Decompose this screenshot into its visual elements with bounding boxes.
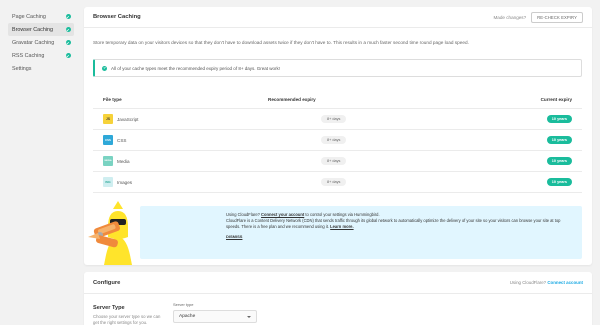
server-type-title: Server Type	[93, 305, 125, 311]
made-changes-text: Made changes?	[493, 14, 527, 20]
current-expiry-badge: 10 years	[546, 136, 572, 144]
sidebar-item-label: Settings	[12, 65, 32, 72]
check-icon	[102, 65, 107, 71]
current-expiry-header: Current expiry	[540, 97, 572, 102]
file-type-name: CSS	[117, 137, 127, 143]
check-icon	[65, 39, 71, 46]
table-row: JS JavaScript 8+ days 10 years	[93, 109, 582, 130]
cloudflare-promo: Using CloudFlare? Connect your account t…	[140, 206, 582, 259]
recommended-badge: 8+ days	[321, 115, 347, 123]
description-text: Store temporary data on your visitors de…	[93, 40, 469, 45]
css-icon: CSS	[103, 135, 113, 145]
javascript-icon: JS	[103, 114, 113, 124]
sidebar-item-label: RSS Caching	[12, 52, 45, 59]
sidebar-item-rss-caching[interactable]: RSS Caching	[8, 49, 74, 62]
configure-card: Configure Using CloudFlare? Connect acco…	[84, 272, 592, 325]
recommended-badge: 8+ days	[321, 178, 347, 186]
cloudflare-description: CloudFlare is a Content Delivery Network…	[226, 218, 561, 230]
connect-account-button[interactable]: Connect account	[547, 280, 583, 285]
sidebar-item-gravatar-caching[interactable]: Gravatar Caching	[8, 36, 74, 49]
file-type-name: JavaScript	[117, 116, 139, 122]
server-type-select[interactable]: Apache	[173, 310, 257, 323]
current-expiry-badge: 10 years	[546, 178, 572, 186]
card-header: Browser Caching Made changes? RE-CHECK E…	[84, 7, 592, 28]
check-icon	[65, 13, 71, 20]
configure-title: Configure	[93, 279, 121, 286]
table-header: File type Recommended expiry Current exp…	[93, 91, 582, 109]
media-icon: MEDIA	[103, 156, 113, 166]
server-type-value: Apache	[179, 314, 196, 319]
check-icon	[65, 26, 71, 33]
sidebar-nav: Page Caching Browser Caching Gravatar Ca…	[8, 10, 74, 75]
sidebar-item-label: Browser Caching	[12, 26, 54, 33]
file-type-header: File type	[103, 97, 122, 102]
page-title: Browser Caching	[93, 14, 141, 20]
images-icon: IMG	[103, 177, 113, 187]
recommended-badge: 8+ days	[321, 136, 347, 144]
browser-caching-card: Browser Caching Made changes? RE-CHECK E…	[84, 7, 592, 265]
dismiss-button[interactable]: DISMISS	[226, 234, 574, 240]
sidebar-item-browser-caching[interactable]: Browser Caching	[8, 23, 74, 36]
server-type-description: Choose your server type so we can get th…	[93, 314, 161, 325]
success-notice: All of your cache types meet the recomme…	[93, 59, 582, 77]
connect-account-link[interactable]: Connect your account	[261, 212, 304, 217]
sidebar-item-page-caching[interactable]: Page Caching	[8, 10, 74, 23]
sidebar-item-label: Gravatar Caching	[12, 39, 55, 46]
server-type-label: Server type	[173, 302, 194, 307]
recommended-badge: 8+ days	[321, 157, 347, 165]
table-row: CSS CSS 8+ days 10 years	[93, 130, 582, 151]
check-icon	[65, 52, 71, 59]
sidebar-item-label: Page Caching	[12, 13, 46, 20]
chevron-down-icon	[247, 315, 251, 318]
recommended-expiry-header: Recommended expiry	[268, 97, 316, 102]
notice-text: All of your cache types meet the recomme…	[111, 65, 280, 71]
table-row: MEDIA Media 8+ days 10 years	[93, 151, 582, 172]
file-type-name: Media	[117, 158, 130, 164]
header-actions: Made changes? RE-CHECK EXPIRY	[493, 11, 583, 23]
file-type-name: Images	[117, 179, 133, 185]
cloudflare-connect: Using CloudFlare? Connect account	[509, 280, 583, 285]
sidebar-item-settings[interactable]: Settings	[8, 62, 74, 75]
learn-more-link[interactable]: Learn more.	[330, 224, 353, 229]
mascot-illustration	[88, 201, 132, 265]
current-expiry-badge: 10 years	[546, 157, 572, 165]
configure-header: Configure Using CloudFlare? Connect acco…	[84, 272, 592, 294]
expiry-table: File type Recommended expiry Current exp…	[93, 91, 582, 193]
current-expiry-badge: 10 years	[546, 115, 572, 123]
table-row: IMG Images 8+ days 10 years	[93, 172, 582, 193]
recheck-expiry-button[interactable]: RE-CHECK EXPIRY	[531, 11, 583, 23]
